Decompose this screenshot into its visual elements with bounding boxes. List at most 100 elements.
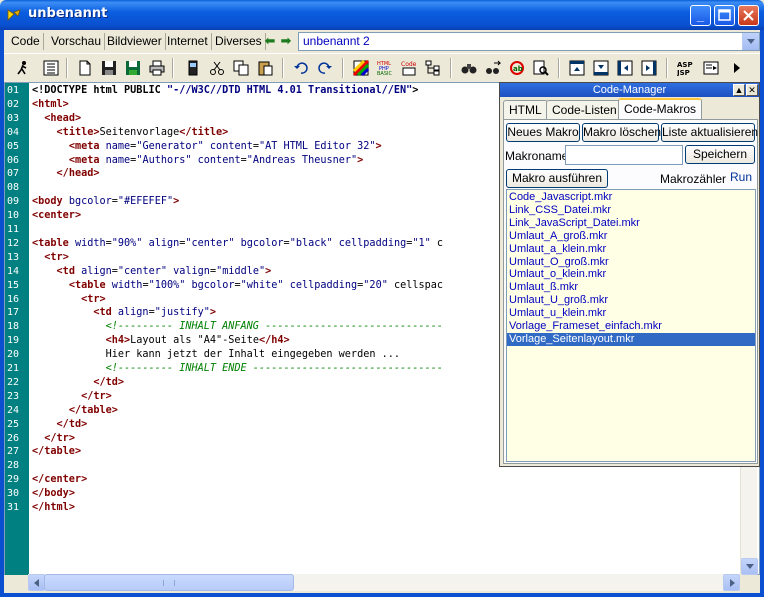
window-left-button[interactable] <box>614 57 636 79</box>
color-palette-button[interactable] <box>350 57 372 79</box>
phone-icon <box>188 60 198 76</box>
run-button[interactable] <box>12 57 34 79</box>
code-line: </td> <box>93 376 125 388</box>
search-doc-button[interactable] <box>530 57 552 79</box>
line-number: 29 <box>7 474 20 486</box>
redo-icon <box>318 62 332 74</box>
save-all-icon <box>126 61 140 75</box>
svg-text:ASP: ASP <box>677 61 693 69</box>
code-line: Hier kann jetzt der Inhalt eingegeben we… <box>32 349 401 361</box>
code-line: <meta name="Authors" content="Andreas Th… <box>68 154 364 166</box>
line-number: 12 <box>7 237 20 249</box>
macro-list[interactable]: Code_Javascript.mkr Link_CSS_Datei.mkr Lin… <box>506 189 756 462</box>
print-button[interactable] <box>146 57 168 79</box>
run-macro-button[interactable]: Makro ausführen <box>506 169 608 188</box>
save-all-button[interactable] <box>122 57 144 79</box>
tab-diverses[interactable]: Diverses <box>212 33 266 50</box>
macro-list-item[interactable]: Link_CSS_Datei.mkr <box>507 204 755 217</box>
line-number: 31 <box>7 502 20 513</box>
window-top-button[interactable] <box>566 57 588 79</box>
find-icon <box>461 64 477 74</box>
window-right-button[interactable] <box>638 57 660 79</box>
tab-code-listen[interactable]: Code-Listen <box>546 100 623 120</box>
find-next-button[interactable] <box>482 57 504 79</box>
phone-button[interactable] <box>182 57 204 79</box>
scroll-left-icon[interactable] <box>28 574 45 591</box>
tab-internet[interactable]: Internet <box>164 33 212 50</box>
arrow-left-icon[interactable]: ⬅ <box>263 34 277 48</box>
macro-list-item[interactable]: Link_JavaScript_Datei.mkr <box>507 217 755 230</box>
code-line: </tr> <box>81 390 112 402</box>
macro-name-input[interactable] <box>565 145 683 165</box>
tree-button[interactable] <box>422 57 444 79</box>
code-line: </table> <box>32 446 82 458</box>
replace-icon: ab <box>510 61 524 75</box>
maximize-button[interactable] <box>714 5 735 26</box>
line-number: 23 <box>7 390 20 402</box>
macro-list-item[interactable]: Umlaut_o_klein.mkr <box>507 268 755 281</box>
macro-list-item[interactable]: Code_Javascript.mkr <box>507 191 755 204</box>
redo-button[interactable] <box>314 57 336 79</box>
tab-bildviewer[interactable]: Bildviewer <box>104 33 166 50</box>
chevron-down-icon[interactable] <box>742 33 759 50</box>
find-button[interactable] <box>458 57 480 79</box>
tab-code[interactable]: Code <box>8 33 44 50</box>
refresh-list-button[interactable]: Liste aktualisieren <box>661 123 758 142</box>
code-line: <tr> <box>44 251 69 263</box>
play-button[interactable] <box>726 57 748 79</box>
window-bottom-button[interactable] <box>590 57 612 79</box>
macro-list-item[interactable]: Vorlage_Frameset_einfach.mkr <box>507 320 755 333</box>
code-manager-title: Code-Manager <box>500 83 759 97</box>
macro-list-item[interactable]: Umlaut_a_klein.mkr <box>507 243 755 256</box>
scroll-down-icon[interactable] <box>741 558 758 575</box>
html-php-basic-button[interactable]: HTML PHP BASIC <box>374 57 396 79</box>
line-number: 02 <box>7 98 20 110</box>
line-number: 19 <box>7 335 20 347</box>
delete-macro-button[interactable]: Makro löschen <box>582 123 661 142</box>
new-macro-button[interactable]: Neues Makro <box>506 123 580 142</box>
code-button[interactable]: Code <box>398 57 420 79</box>
new-file-button[interactable] <box>74 57 96 79</box>
macro-list-item[interactable]: Umlaut_O_groß.mkr <box>507 256 755 269</box>
macro-list-item[interactable]: Vorlage_Seitenlayout.mkr <box>507 332 755 346</box>
svg-text:Code: Code <box>401 61 417 68</box>
tab-html[interactable]: HTML <box>503 100 548 120</box>
horizontal-scroll-thumb[interactable] <box>44 574 294 591</box>
save-macro-button[interactable]: Speichern <box>685 145 755 164</box>
cut-button[interactable] <box>206 57 228 79</box>
macro-list-item[interactable]: Umlaut_A_groß.mkr <box>507 230 755 243</box>
window-top-icon <box>569 60 585 76</box>
document-select[interactable]: unbenannt 2 <box>298 32 760 51</box>
close-button[interactable] <box>738 5 759 26</box>
title-bar: unbenannt _ <box>0 0 764 30</box>
copy-button[interactable] <box>230 57 252 79</box>
panel-collapse-icon[interactable]: ▲ <box>733 84 745 96</box>
minimize-button[interactable]: _ <box>690 5 711 26</box>
tab-vorschau[interactable]: Vorschau <box>48 33 106 50</box>
line-number: 27 <box>7 446 20 458</box>
macro-list-item[interactable]: Umlaut_u_klein.mkr <box>507 307 755 320</box>
macro-list-item[interactable]: Umlaut_ß.mkr <box>507 281 755 294</box>
line-number: 22 <box>7 376 20 388</box>
macro-list-item[interactable]: Umlaut_U_groß.mkr <box>507 294 755 307</box>
arrow-right-icon[interactable]: ➡ <box>279 34 293 48</box>
asp-jsp-button[interactable]: ASP JSP <box>674 57 696 79</box>
svg-text:JSP: JSP <box>677 69 690 76</box>
code-manager-panel: Code-Manager ▲ ✕ HTML Code-Listen Code-M… <box>499 82 760 467</box>
paste-button[interactable] <box>254 57 276 79</box>
minimize-icon: _ <box>696 8 705 23</box>
color-palette-icon <box>353 60 369 76</box>
find-next-icon <box>486 60 501 74</box>
svg-text:ab: ab <box>513 65 523 73</box>
horizontal-scrollbar[interactable] <box>28 574 740 591</box>
code-manager-title-text: Code-Manager <box>592 84 667 96</box>
scroll-right-icon[interactable] <box>723 574 740 591</box>
panel-close-icon[interactable]: ✕ <box>746 84 758 96</box>
window-right-icon <box>641 60 657 76</box>
save-button[interactable] <box>98 57 120 79</box>
macro-button[interactable] <box>700 57 722 79</box>
tab-code-makros[interactable]: Code-Makros <box>618 98 703 120</box>
replace-button[interactable]: ab <box>506 57 528 79</box>
list-button[interactable] <box>40 57 62 79</box>
undo-button[interactable] <box>290 57 312 79</box>
